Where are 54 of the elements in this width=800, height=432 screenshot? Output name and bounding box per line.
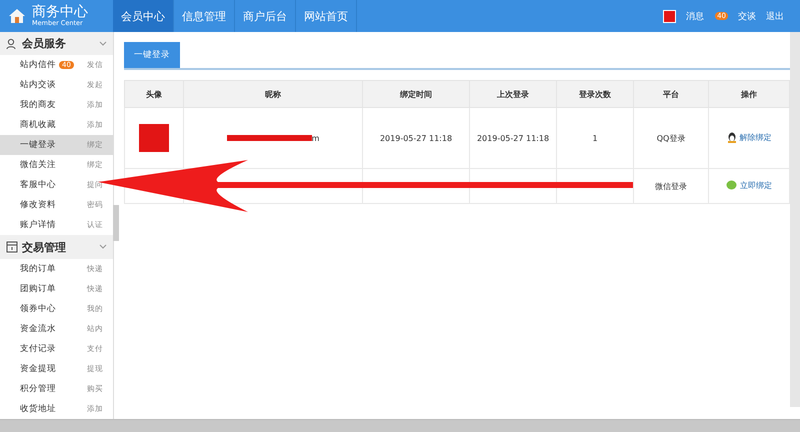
item-label: 修改资料 xyxy=(20,199,56,212)
section-header[interactable]: 交易管理 xyxy=(0,235,113,259)
item-label: 我的订单 xyxy=(20,262,56,275)
item-label: 客服中心 xyxy=(20,179,56,192)
item-label: 团购订单 xyxy=(20,282,56,295)
nav-tab[interactable]: 会员中心 xyxy=(113,0,174,32)
logo-title: 商务中心 xyxy=(32,5,88,19)
item-label: 一键登录 xyxy=(20,139,56,152)
house-icon xyxy=(8,7,26,25)
item-label: 商机收藏 xyxy=(20,119,56,132)
item-label: 积分管理 xyxy=(20,382,56,395)
chat-bubble-icon xyxy=(726,180,737,190)
column-header: 昵称 xyxy=(184,80,362,108)
nav-tab[interactable]: 网站首页 xyxy=(296,0,357,32)
table-cell: m xyxy=(312,134,320,142)
box-icon xyxy=(6,241,18,254)
table-cell: QQ登录 xyxy=(656,134,686,142)
item-label: 资金流水 xyxy=(20,322,56,335)
collapse-handle[interactable] xyxy=(113,205,119,241)
column-header: 平台 xyxy=(634,80,708,108)
scrollbar[interactable] xyxy=(790,32,800,407)
header-link[interactable]: 交谈 xyxy=(738,10,756,22)
column-header: 操作 xyxy=(708,80,790,108)
nav-tab[interactable]: 商户后台 xyxy=(235,0,296,32)
item-label: 领券中心 xyxy=(20,302,56,315)
item-label: 站内交谈 xyxy=(20,79,56,92)
item-label: 支付记录 xyxy=(20,342,56,355)
item-label: 我的商友 xyxy=(20,99,56,112)
bind-link[interactable]: 立即绑定 xyxy=(726,180,772,191)
table-cell: 1 xyxy=(592,134,598,142)
table-cell: 2019-05-27 11:18 xyxy=(380,134,452,142)
column-header: 上次登录 xyxy=(470,80,556,108)
column-header: 头像 xyxy=(124,80,184,108)
table-cell: 2019-05-27 11:18 xyxy=(476,134,550,142)
header-link[interactable]: 退出 xyxy=(766,10,784,22)
table-cell: 微信登录 xyxy=(655,182,687,190)
item-label: 收货地址 xyxy=(20,402,56,415)
item-label: 资金提现 xyxy=(20,362,56,375)
user-icon xyxy=(6,38,18,50)
item-label: 账户详情 xyxy=(20,219,56,232)
bind-link[interactable]: 解除绑定 xyxy=(726,132,772,142)
item-label: 站内信件 xyxy=(20,59,56,72)
scrollbar[interactable] xyxy=(0,419,800,432)
column-header: 绑定时间 xyxy=(362,80,470,108)
column-header: 登录次数 xyxy=(556,80,634,108)
section-title: 会员服务 xyxy=(22,36,67,52)
content-tab[interactable]: 一键登录 xyxy=(124,42,180,68)
section-title: 交易管理 xyxy=(22,240,67,255)
section-header[interactable]: 会员服务 xyxy=(0,32,113,56)
item-label: 微信关注 xyxy=(20,159,56,172)
penguin-icon xyxy=(726,132,736,142)
header-link[interactable]: 消息 xyxy=(686,10,704,22)
avatar-square xyxy=(663,10,676,22)
nav-tab[interactable]: 信息管理 xyxy=(174,0,235,32)
